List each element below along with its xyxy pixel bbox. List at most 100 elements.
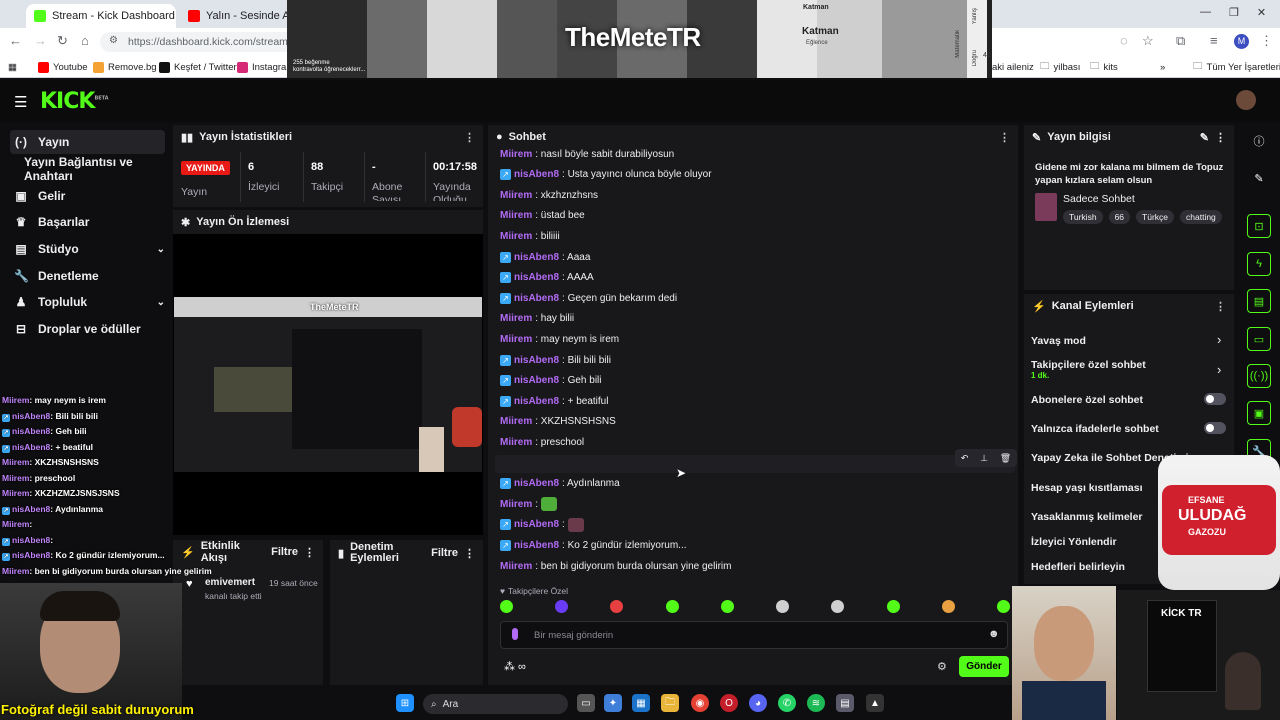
store-icon[interactable]: ▦ [632,694,650,712]
chat-message[interactable]: Miirem: biliiii [500,228,560,244]
lightning-icon[interactable]: ϟ [1247,252,1271,276]
app-icon[interactable]: ▲ [866,694,884,712]
tag-chip[interactable]: 66 [1108,210,1131,224]
chat-username[interactable]: nisAben8 [514,519,559,530]
chat-username[interactable]: nisAben8 [514,169,559,180]
chat-message[interactable]: Miirem: preschool [500,434,584,450]
bookmark-folder[interactable]: 🗀 yilbası [1040,56,1080,78]
chat-message[interactable]: Miirem: nasıl böyle sabit durabiliyosun [500,146,674,162]
chat-message[interactable]: ↗ nisAben8: Aydınlanma [500,476,620,492]
chat-username[interactable]: Miirem [500,416,532,427]
sidebar-item-topluluk[interactable]: ♟ Topluluk ⌄ [10,290,165,314]
stream-preview-video[interactable]: TheMeteTR [174,297,482,472]
minimize-icon[interactable]: — [1200,6,1211,19]
layout-icon[interactable]: ▣ [1247,401,1271,425]
more-options-icon[interactable]: ⋮ [464,547,475,560]
more-options-icon[interactable]: ⋮ [304,546,315,559]
clip-icon[interactable]: ⊡ [1247,214,1271,238]
subs-chat-toggle[interactable] [1204,393,1226,405]
chat-username[interactable]: Miirem [500,210,532,221]
browser-menu-icon[interactable]: ⋮ [1260,33,1273,49]
chat-message[interactable]: Miirem: hay bilii [500,311,574,327]
bookmark-item[interactable]: Keşfet / Twitter [159,56,237,78]
chrome-icon[interactable]: ◉ [691,694,709,712]
opera-icon[interactable]: O [720,694,738,712]
activity-filter-button[interactable]: Filtre [271,546,298,558]
star-icon[interactable]: ☆ [1142,33,1154,49]
chat-username[interactable]: nisAben8 [514,293,559,304]
back-icon[interactable]: ← [9,33,22,48]
calendar-icon[interactable]: ▤ [836,694,854,712]
file-explorer-icon[interactable]: 🗀 [661,694,679,712]
chat-username[interactable]: nisAben8 [514,375,559,386]
chat-username[interactable]: Miirem [500,437,532,448]
all-bookmarks[interactable]: 🗀 Tüm Yer İşaretleri [1193,56,1280,78]
chat-username[interactable]: nisAben8 [514,396,559,407]
emote-icon[interactable] [500,600,513,613]
emote-icon[interactable] [776,600,790,613]
chat-username[interactable]: nisAben8 [514,540,559,551]
bookmark-item[interactable]: Remove.bg [93,56,157,78]
more-options-icon[interactable]: ⋮ [999,131,1010,144]
more-options-icon[interactable]: ⋮ [1215,131,1226,144]
chat-message[interactable]: Miirem: may neym is irem [500,331,619,347]
close-window-icon[interactable]: ✕ [1257,6,1266,19]
browser-tab[interactable]: Yalın - Sesinde Aşk Var [180,4,287,28]
taskbar-search[interactable]: ⌕ Ara [423,694,568,714]
chat-message[interactable]: ↗ nisAben8: Usta yayıncı olunca böyle olu… [500,167,712,183]
extensions-icon[interactable]: ⧉ [1176,33,1185,49]
chat-input[interactable]: Bir mesaj gönderin ☻ [500,621,1008,649]
mic-icon[interactable] [512,628,518,640]
chat-message[interactable]: ↗ nisAben8: AAAA [500,270,594,286]
spotify-icon[interactable]: ≋ [807,694,825,712]
slow-mode-option[interactable]: Yavaş mod [1031,335,1086,347]
browser-tab-active[interactable]: Stream - Kick Dashboard ✕ [26,4,176,28]
emote-chat-toggle[interactable] [1204,422,1226,434]
chat-username[interactable]: nisAben8 [514,272,559,283]
more-options-icon[interactable]: ⋮ [464,131,475,144]
chat-username[interactable]: Miirem [500,149,532,160]
chat-username[interactable]: Miirem [500,190,532,201]
chevron-right-icon[interactable]: › [1217,362,1221,377]
site-info-icon[interactable]: ⚙ [109,35,118,46]
set-goals-option[interactable]: Hedefleri belirleyin [1031,561,1125,573]
chat-message[interactable]: Miirem: xkzhznzhsns [500,187,598,203]
followers-chat-option[interactable]: Takipçilere özel sohbet [1031,359,1146,371]
chat-username[interactable]: Miirem [500,499,532,510]
sidebar-item-denetleme[interactable]: 🔧 Denetleme [10,264,165,288]
chat-message[interactable]: Miirem: XKZHSNSHSNS [500,414,616,430]
task-view-icon[interactable]: ▭ [577,694,595,712]
sidebar-item-yayin[interactable]: (·) Yayın [10,130,165,154]
chat-message[interactable]: Miirem: ben bi gidiyorum burda olursan y… [500,558,731,574]
chat-message[interactable]: ↗ nisAben8: Ko 2 gündür izlemiyorum... [500,537,687,553]
bookmark-folder[interactable]: 🗀 kits [1090,56,1118,78]
sidebar-item-gelir[interactable]: ▣ Gelir [10,184,165,208]
chat-message[interactable]: Miirem: üstad bee [500,208,585,224]
send-button[interactable]: Gönder [959,656,1009,677]
chat-username[interactable]: Miirem [500,231,532,242]
reply-icon[interactable]: ↶ [961,453,969,464]
apps-icon[interactable]: ▦ [8,56,17,78]
more-options-icon[interactable]: ⋮ [1215,300,1226,313]
sidebar-item-stream-key[interactable]: Yayın Bağlantısı ve Anahtarı [20,155,170,183]
more-bookmarks-icon[interactable]: » [1160,56,1165,78]
kick-logo[interactable]: KICKBETA [40,89,109,114]
emote-icon[interactable] [555,600,569,613]
emote-icon[interactable] [665,600,679,613]
tag-chip[interactable]: chatting [1180,210,1222,224]
chat-username[interactable]: Miirem [500,561,532,572]
forward-icon[interactable]: → [34,33,47,48]
chat-message[interactable]: ↗ nisAben8: Geçen gün bekarım dedi [500,290,677,306]
pin-icon[interactable]: ⊥ [980,453,988,464]
windows-start-icon[interactable]: ⊞ [396,694,414,712]
broadcast-icon[interactable]: ((·)) [1247,364,1271,388]
emoji-picker-icon[interactable]: ☻ [988,628,1000,640]
hamburger-menu-icon[interactable]: ☰ [14,93,27,111]
moderation-filter-button[interactable]: Filtre [431,547,458,559]
bookmark-item[interactable]: aki aileniz [992,56,1034,78]
edit-icon[interactable]: ✎ [1200,131,1209,144]
chat-username[interactable]: Miirem [500,334,532,345]
viewer-redirect-option[interactable]: İzleyici Yönlendir [1031,536,1117,548]
stream-category[interactable]: Sadece Sohbet [1063,193,1135,205]
sidebar-item-droplar[interactable]: ⊟ Droplar ve ödüller [10,317,165,341]
